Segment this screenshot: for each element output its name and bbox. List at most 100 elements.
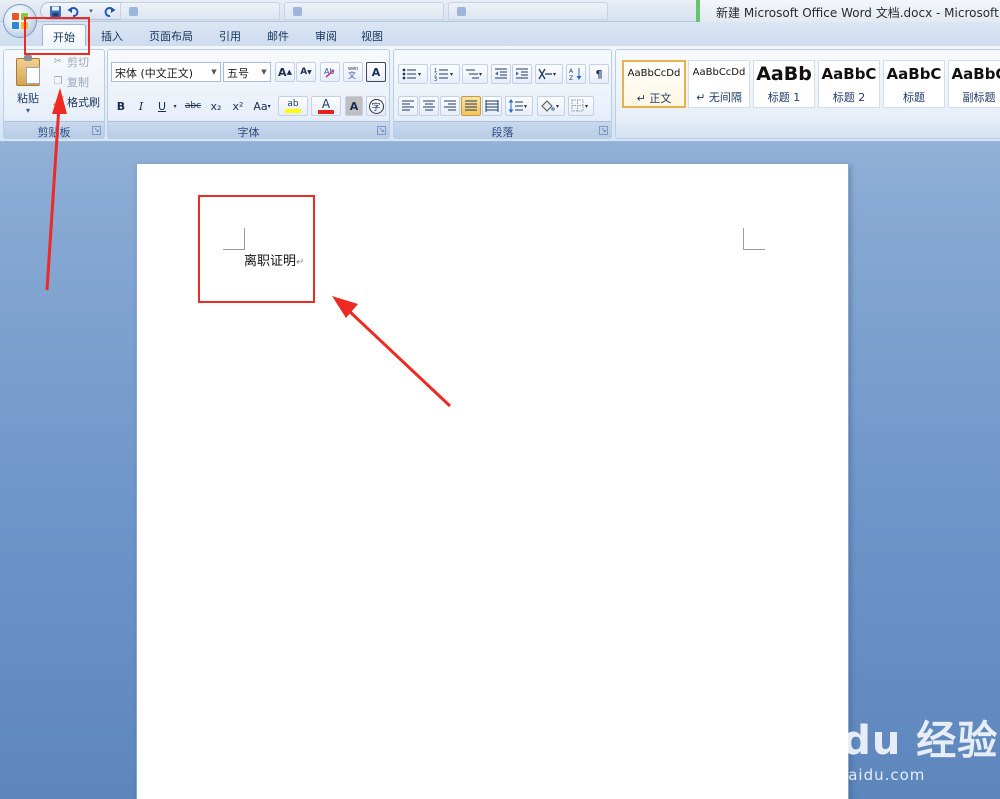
paragraph-group: ▾ 1 2 3 ▾ ▾ ▾ AZ ¶ ▾ ▾ ▾ 段落 ↘ bbox=[393, 49, 612, 139]
underline-dropdown-icon[interactable]: ▾ bbox=[171, 96, 179, 116]
clear-format-icon[interactable]: Ab bbox=[320, 62, 340, 82]
svg-text:▾: ▾ bbox=[585, 103, 588, 110]
dialog-launcher-icon[interactable]: ↘ bbox=[377, 126, 386, 135]
page-icon bbox=[457, 7, 466, 16]
style-subtitle[interactable]: AaBbC 副标题 bbox=[948, 60, 1000, 108]
dialog-launcher-icon[interactable]: ↘ bbox=[599, 126, 608, 135]
document-workspace: 离职证明↵ bbox=[0, 143, 1000, 799]
baidu-watermark: Baidu 经验 jingyan.baidu.com bbox=[768, 708, 999, 788]
bullets-icon[interactable]: ▾ bbox=[398, 64, 428, 84]
style-title[interactable]: AaBbC 标题 bbox=[883, 60, 945, 108]
superscript-button[interactable]: x² bbox=[229, 96, 247, 116]
decrease-indent-icon[interactable] bbox=[491, 64, 511, 84]
shading-icon[interactable]: ▾ bbox=[537, 96, 565, 116]
italic-button[interactable]: I bbox=[132, 96, 150, 116]
strikethrough-button[interactable]: abc bbox=[182, 96, 204, 116]
tab-references[interactable]: 引用 bbox=[210, 24, 250, 46]
clipboard-icon bbox=[16, 55, 40, 86]
distributed-icon[interactable] bbox=[482, 96, 502, 116]
redo-icon[interactable] bbox=[101, 3, 117, 19]
increase-indent-icon[interactable] bbox=[512, 64, 532, 84]
align-right-icon[interactable] bbox=[440, 96, 460, 116]
chevron-down-icon: ▼ bbox=[261, 68, 267, 76]
style-normal[interactable]: AaBbCcDd ↵ 正文 bbox=[622, 60, 686, 108]
align-left-icon[interactable] bbox=[398, 96, 418, 116]
grow-font-button[interactable]: A ▲ bbox=[275, 62, 295, 82]
svg-text:▾: ▾ bbox=[556, 103, 559, 110]
cut-button[interactable]: ✂ 剪切 bbox=[52, 54, 89, 70]
font-name-select[interactable]: 宋体 (中文正文) ▼ bbox=[111, 62, 221, 82]
underline-button[interactable]: U bbox=[153, 96, 171, 116]
cut-label: 剪切 bbox=[67, 56, 89, 69]
sort-icon[interactable]: AZ bbox=[566, 64, 586, 84]
tab-review[interactable]: 审阅 bbox=[306, 24, 346, 46]
copy-label: 复制 bbox=[67, 76, 89, 89]
subscript-button[interactable]: x₂ bbox=[207, 96, 225, 116]
svg-text:文: 文 bbox=[348, 70, 356, 79]
copy-icon: ❐ bbox=[53, 76, 63, 87]
justify-icon[interactable] bbox=[461, 96, 481, 116]
title-bar: ▾ ▾ 新建 Microsoft Office Word 文档.docx - M… bbox=[0, 0, 1000, 22]
paste-label: 粘贴 bbox=[17, 92, 39, 105]
watermark-url: jingyan.baidu.com bbox=[770, 766, 926, 784]
watermark-logo-text: Baidu 经验 bbox=[768, 718, 999, 764]
styles-group: AaBbCcDd ↵ 正文 AaBbCcDd ↵ 无间隔 AaBb 标题 1 A… bbox=[615, 49, 1000, 139]
style-heading-2[interactable]: AaBbC 标题 2 bbox=[818, 60, 880, 108]
svg-text:▾: ▾ bbox=[524, 103, 527, 110]
change-case-button[interactable]: Aa ▾ bbox=[251, 96, 273, 116]
tab-page-layout[interactable]: 页面布局 bbox=[140, 24, 202, 46]
character-border-icon[interactable]: A bbox=[366, 62, 386, 82]
char-shading-button[interactable]: A bbox=[345, 96, 363, 116]
chevron-down-icon: ▾ bbox=[25, 106, 30, 115]
font-group: 宋体 (中文正文) ▼ 五号 ▼ A ▲ A ▼ Ab wén 文 A B I U ▾… bbox=[107, 49, 390, 139]
font-color-button[interactable]: A bbox=[311, 96, 341, 116]
annotation-highlight-box bbox=[24, 17, 90, 55]
line-spacing-icon[interactable]: ▾ bbox=[505, 96, 533, 116]
shrink-font-button[interactable]: A ▼ bbox=[296, 62, 316, 82]
svg-text:▾: ▾ bbox=[418, 71, 421, 78]
clipboard-group-label: 剪贴板 bbox=[4, 121, 104, 139]
multilevel-list-icon[interactable]: ▾ bbox=[462, 64, 488, 84]
svg-text:▾: ▾ bbox=[479, 71, 482, 78]
tab-insert[interactable]: 插入 bbox=[92, 24, 132, 46]
format-painter-label: 格式刷 bbox=[67, 96, 100, 109]
paste-button[interactable]: 粘贴 ▾ bbox=[10, 55, 46, 118]
bold-button[interactable]: B bbox=[112, 96, 130, 116]
svg-text:▾: ▾ bbox=[450, 71, 453, 78]
format-painter-button[interactable]: 🖌 格式刷 bbox=[52, 94, 100, 110]
tab-mailings[interactable]: 邮件 bbox=[258, 24, 298, 46]
scissors-icon: ✂ bbox=[53, 56, 63, 67]
phonetic-guide-icon[interactable]: wén 文 bbox=[343, 62, 363, 82]
page-icon bbox=[129, 7, 138, 16]
borders-icon[interactable]: ▾ bbox=[568, 96, 594, 116]
chevron-down-icon: ▾ bbox=[267, 102, 271, 110]
window-tab[interactable] bbox=[284, 2, 444, 20]
show-marks-icon[interactable]: ¶ bbox=[589, 64, 609, 84]
style-heading-1[interactable]: AaBb 标题 1 bbox=[753, 60, 815, 108]
annotation-highlight-box bbox=[198, 195, 315, 303]
margin-mark-top-right bbox=[743, 228, 765, 250]
enclose-characters-button[interactable]: 字 bbox=[366, 96, 386, 116]
font-color-swatch bbox=[318, 110, 334, 114]
tab-view[interactable]: 视图 bbox=[352, 24, 392, 46]
font-group-label: 字体 bbox=[108, 121, 389, 139]
style-no-spacing[interactable]: AaBbCcDd ↵ 无间隔 bbox=[688, 60, 750, 108]
highlight-color-swatch bbox=[285, 109, 301, 113]
page-icon bbox=[293, 7, 302, 16]
paintbrush-icon: 🖌 bbox=[52, 96, 65, 107]
background-window-tabs bbox=[120, 2, 608, 20]
window-tab[interactable] bbox=[120, 2, 280, 20]
svg-text:Z: Z bbox=[569, 75, 573, 81]
svg-text:▾: ▾ bbox=[553, 71, 556, 78]
font-size-select[interactable]: 五号 ▼ bbox=[223, 62, 271, 82]
numbering-icon[interactable]: 1 2 3 ▾ bbox=[430, 64, 460, 84]
ribbon: 粘贴 ▾ ✂ 剪切 ❐ 复制 🖌 格式刷 剪贴板 ↘ 宋体 (中文正文) ▼ 五… bbox=[0, 46, 1000, 142]
chinese-layout-icon[interactable]: ▾ bbox=[535, 64, 563, 84]
window-tab[interactable] bbox=[448, 2, 608, 20]
highlight-button[interactable]: ab bbox=[278, 96, 308, 116]
clipboard-group: 粘贴 ▾ ✂ 剪切 ❐ 复制 🖌 格式刷 剪贴板 ↘ bbox=[3, 49, 105, 139]
align-center-icon[interactable] bbox=[419, 96, 439, 116]
svg-text:A: A bbox=[569, 68, 574, 75]
copy-button[interactable]: ❐ 复制 bbox=[52, 74, 89, 90]
dialog-launcher-icon[interactable]: ↘ bbox=[92, 126, 101, 135]
